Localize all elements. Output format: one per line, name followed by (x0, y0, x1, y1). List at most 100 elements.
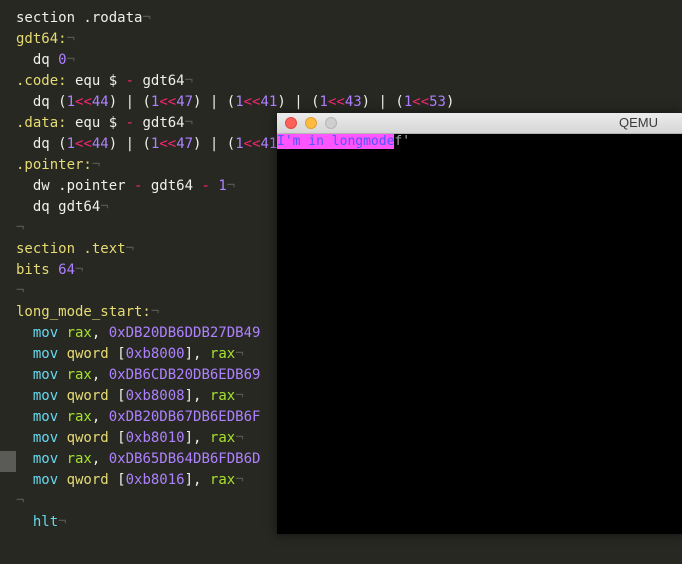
code-token: mov (16, 430, 67, 446)
code-token: ¬ (235, 388, 244, 404)
code-token: , (91, 325, 109, 341)
code-line[interactable]: mov qword [0xb8016], rax¬ (16, 470, 244, 491)
code-token: ) | ( (193, 94, 236, 110)
code-token: 53 (429, 94, 446, 110)
code-token: ¬ (235, 430, 244, 446)
code-token: rax (209, 388, 236, 404)
code-token: - (125, 115, 135, 131)
current-line-marker (0, 451, 16, 472)
code-line[interactable]: long_mode_start:¬ (16, 302, 159, 323)
code-token: ¬ (235, 472, 244, 488)
code-line[interactable]: mov rax, 0xDB20DB67DB6EDB6F (16, 407, 261, 428)
code-token: gdt64 (134, 73, 185, 89)
code-token: ¬ (184, 73, 194, 89)
qemu-window[interactable]: QEMU I'm in longmodef' (277, 113, 682, 534)
vga-highlighted-text: I'm in longmode (277, 134, 395, 149)
code-token: equ $ (66, 73, 126, 89)
code-token: qword (66, 472, 109, 488)
code-line[interactable]: dq (1<<44) | (1<<47) | (1<<41 (16, 134, 278, 155)
code-token: << (75, 94, 92, 110)
code-token: 0xb8008 (125, 388, 185, 404)
code-token: - (125, 73, 135, 89)
qemu-vga-screen[interactable]: I'm in longmodef' (277, 134, 682, 534)
code-token: qword (66, 388, 109, 404)
code-token: gdt64 (142, 178, 202, 194)
code-token: section .rodata (16, 10, 143, 26)
code-token: ¬ (226, 178, 236, 194)
code-token: , (91, 409, 109, 425)
code-token: ) | ( (108, 136, 151, 152)
code-token: gdt64: (16, 31, 67, 47)
code-token: 0xDB65DB64DB6FDB6D (108, 451, 261, 467)
code-token: ¬ (16, 493, 25, 509)
code-token: dq ( (16, 94, 67, 110)
code-token: ¬ (125, 241, 135, 257)
code-line[interactable]: ¬ (16, 281, 24, 302)
code-token: mov (16, 388, 67, 404)
code-line[interactable]: .data: equ $ - gdt64¬ (16, 113, 193, 134)
code-token: ) | ( (193, 136, 236, 152)
code-token: 44 (91, 136, 109, 152)
code-token: << (243, 136, 261, 152)
code-token: 1 (403, 94, 413, 110)
code-line[interactable]: dw .pointer - gdt64 - 1¬ (16, 176, 235, 197)
code-token: mov (16, 409, 67, 425)
code-token: dq (16, 52, 59, 68)
code-token: ], (184, 430, 210, 446)
code-line[interactable]: .code: equ $ - gdt64¬ (16, 71, 193, 92)
code-token: section .text (16, 241, 126, 257)
code-token: rax (209, 346, 236, 362)
code-token: 47 (176, 136, 194, 152)
code-token: 1 (66, 94, 76, 110)
code-token: 1 (218, 178, 227, 194)
code-token: gdt64 (134, 115, 185, 131)
code-token: ¬ (142, 10, 151, 26)
code-line[interactable]: gdt64:¬ (16, 29, 75, 50)
code-token: dw .pointer (16, 178, 135, 194)
code-token: 1 (66, 136, 76, 152)
code-token: rax (66, 325, 92, 341)
code-line[interactable]: hlt¬ (16, 512, 67, 533)
code-token: bits (16, 262, 59, 278)
code-line[interactable]: dq gdt64¬ (16, 197, 109, 218)
code-line[interactable]: mov rax, 0xDB20DB6DDB27DB49 (16, 323, 261, 344)
code-line[interactable]: dq 0¬ (16, 50, 75, 71)
qemu-titlebar[interactable]: QEMU (277, 113, 682, 134)
code-token: ¬ (100, 199, 109, 215)
code-token: 0xDB6CDB20DB6EDB69 (108, 367, 261, 383)
code-line[interactable]: section .rodata¬ (16, 8, 151, 29)
code-line[interactable]: mov rax, 0xDB65DB64DB6FDB6D (16, 449, 261, 470)
code-token: 0xDB20DB67DB6EDB6F (108, 409, 261, 425)
code-token: ¬ (184, 115, 194, 131)
code-line[interactable]: mov qword [0xb8008], rax¬ (16, 386, 244, 407)
code-token: .data: (16, 115, 67, 131)
code-token: 44 (91, 94, 109, 110)
qemu-vga-output: I'm in longmodef' (277, 134, 410, 150)
code-token: [ (108, 472, 126, 488)
code-line[interactable]: ¬ (16, 491, 24, 512)
code-token: ¬ (66, 31, 76, 47)
code-token: , (91, 367, 109, 383)
code-line[interactable]: section .text¬ (16, 239, 134, 260)
code-line[interactable]: mov rax, 0xDB6CDB20DB6EDB69 (16, 365, 261, 386)
code-token: qword (66, 430, 109, 446)
code-token: hlt (16, 514, 59, 530)
code-token: mov (16, 472, 67, 488)
code-line[interactable]: mov qword [0xb8010], rax¬ (16, 428, 244, 449)
code-token: 64 (58, 262, 76, 278)
qemu-window-title: QEMU (619, 115, 658, 130)
code-line[interactable]: .pointer:¬ (16, 155, 100, 176)
code-token: 0 (58, 52, 67, 68)
code-token: << (159, 136, 177, 152)
code-token: .code: (16, 73, 67, 89)
code-token: 1 (235, 136, 244, 152)
code-token: .pointer: (16, 157, 92, 173)
code-token: , (91, 451, 109, 467)
code-line[interactable]: ¬ (16, 218, 24, 239)
code-token: mov (16, 325, 67, 341)
code-line[interactable]: dq (1<<44) | (1<<47) | (1<<41) | (1<<43)… (16, 92, 455, 113)
code-line[interactable]: bits 64¬ (16, 260, 83, 281)
code-token: - (201, 178, 210, 194)
code-line[interactable]: mov qword [0xb8000], rax¬ (16, 344, 244, 365)
code-token: [ (108, 346, 126, 362)
